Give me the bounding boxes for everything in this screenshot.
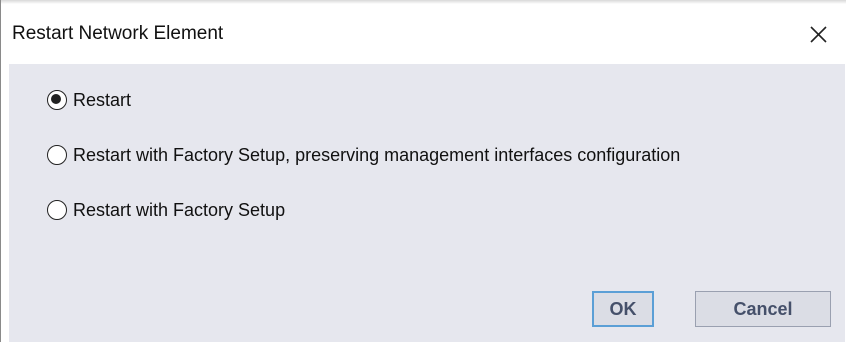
option-label: Restart with Factory Setup [73,199,286,220]
ok-button[interactable]: OK [592,291,654,327]
dialog-title: Restart Network Element [12,23,224,44]
radio-button[interactable] [47,200,67,220]
option-label: Restart [73,89,132,110]
title-bar[interactable]: Restart Network Element [1,4,846,64]
option-restart[interactable]: Restart [47,86,131,114]
close-icon [810,26,827,43]
dialog-body: Restart Restart with Factory Setup, pres… [9,64,845,342]
radio-button[interactable] [47,145,67,165]
cancel-button[interactable]: Cancel [695,291,831,327]
option-restart-factory[interactable]: Restart with Factory Setup [47,196,285,224]
option-restart-factory-preserve-mgmt[interactable]: Restart with Factory Setup, preserving m… [47,141,680,169]
radio-button-selected[interactable] [47,90,67,110]
option-label: Restart with Factory Setup, preserving m… [73,144,681,165]
radio-dot [51,94,62,105]
close-button[interactable] [790,4,846,64]
restart-network-element-dialog: Restart Network Element Restart Restart … [0,0,846,342]
